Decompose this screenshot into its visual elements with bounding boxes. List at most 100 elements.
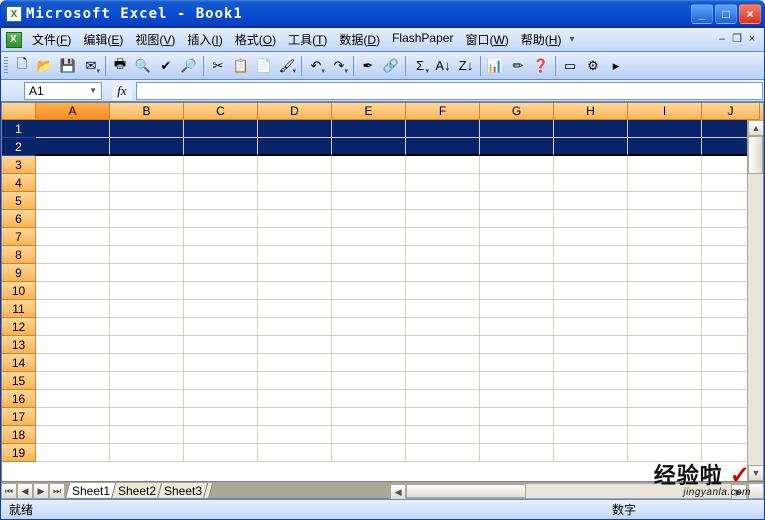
cell-D6[interactable]: [258, 210, 332, 228]
cell-E14[interactable]: [332, 354, 406, 372]
cell-E13[interactable]: [332, 336, 406, 354]
cell-G2[interactable]: [480, 138, 554, 156]
cell-E1[interactable]: [332, 120, 406, 138]
cell-H12[interactable]: [554, 318, 628, 336]
cell-A6[interactable]: [36, 210, 110, 228]
cell-B19[interactable]: [110, 444, 184, 462]
cell-F2[interactable]: [406, 138, 480, 156]
cell-H10[interactable]: [554, 282, 628, 300]
research-icon[interactable]: 🔎: [178, 55, 200, 77]
cell-B16[interactable]: [110, 390, 184, 408]
cell-E8[interactable]: [332, 246, 406, 264]
cell-D8[interactable]: [258, 246, 332, 264]
cell-G16[interactable]: [480, 390, 554, 408]
cell-A9[interactable]: [36, 264, 110, 282]
cell-I17[interactable]: [628, 408, 702, 426]
cell-D16[interactable]: [258, 390, 332, 408]
cell-B3[interactable]: [110, 156, 184, 174]
cell-B14[interactable]: [110, 354, 184, 372]
tab-first-button[interactable]: ⏮: [1, 483, 17, 499]
cell-H19[interactable]: [554, 444, 628, 462]
cell-F11[interactable]: [406, 300, 480, 318]
cell-H7[interactable]: [554, 228, 628, 246]
cell-H8[interactable]: [554, 246, 628, 264]
cell-H4[interactable]: [554, 174, 628, 192]
menu-D[interactable]: 数据(D): [333, 28, 386, 51]
cell-H9[interactable]: [554, 264, 628, 282]
cell-E16[interactable]: [332, 390, 406, 408]
cell-G1[interactable]: [480, 120, 554, 138]
cell-I16[interactable]: [628, 390, 702, 408]
cell-B15[interactable]: [110, 372, 184, 390]
cell-C7[interactable]: [184, 228, 258, 246]
cell-A5[interactable]: [36, 192, 110, 210]
sort-desc-icon[interactable]: Z↓: [455, 55, 477, 77]
spelling-icon[interactable]: ✔: [155, 55, 177, 77]
cell-B10[interactable]: [110, 282, 184, 300]
row-header-2[interactable]: 2: [2, 138, 36, 156]
cell-D15[interactable]: [258, 372, 332, 390]
cell-E6[interactable]: [332, 210, 406, 228]
cell-A10[interactable]: [36, 282, 110, 300]
row-header-4[interactable]: 4: [2, 174, 36, 192]
cell-I6[interactable]: [628, 210, 702, 228]
cell-A3[interactable]: [36, 156, 110, 174]
cell-A19[interactable]: [36, 444, 110, 462]
cell-H2[interactable]: [554, 138, 628, 156]
paste-icon[interactable]: 📄: [253, 55, 275, 77]
cell-C16[interactable]: [184, 390, 258, 408]
select-all-corner[interactable]: [2, 103, 36, 120]
mdi-restore-button[interactable]: ❐: [730, 33, 744, 47]
cell-A8[interactable]: [36, 246, 110, 264]
cell-G3[interactable]: [480, 156, 554, 174]
menu-I[interactable]: 插入(I): [181, 28, 228, 51]
cell-G4[interactable]: [480, 174, 554, 192]
row-header-16[interactable]: 16: [2, 390, 36, 408]
cell-C18[interactable]: [184, 426, 258, 444]
cell-I13[interactable]: [628, 336, 702, 354]
cell-C2[interactable]: [184, 138, 258, 156]
cell-H17[interactable]: [554, 408, 628, 426]
print-icon[interactable]: 🖶: [109, 55, 131, 77]
cell-A17[interactable]: [36, 408, 110, 426]
cell-I7[interactable]: [628, 228, 702, 246]
chart-wizard-icon[interactable]: 📊: [484, 55, 506, 77]
cell-F3[interactable]: [406, 156, 480, 174]
cell-I10[interactable]: [628, 282, 702, 300]
sheet-tab-Sheet1[interactable]: Sheet1: [65, 483, 117, 499]
hscroll-thumb[interactable]: [406, 484, 526, 498]
print-preview-icon[interactable]: 🔍: [132, 55, 154, 77]
help2-icon[interactable]: ❓: [530, 55, 552, 77]
cell-F9[interactable]: [406, 264, 480, 282]
drawing-icon[interactable]: ✏: [507, 55, 529, 77]
cell-D5[interactable]: [258, 192, 332, 210]
cell-G18[interactable]: [480, 426, 554, 444]
cell-F4[interactable]: [406, 174, 480, 192]
cell-D1[interactable]: [258, 120, 332, 138]
vscroll-thumb[interactable]: [748, 136, 763, 174]
cell-B18[interactable]: [110, 426, 184, 444]
cell-D2[interactable]: [258, 138, 332, 156]
toolbar-grip[interactable]: [4, 57, 8, 75]
cell-I1[interactable]: [628, 120, 702, 138]
doc-control-icon[interactable]: [6, 32, 22, 48]
cell-G6[interactable]: [480, 210, 554, 228]
cell-F14[interactable]: [406, 354, 480, 372]
cell-C11[interactable]: [184, 300, 258, 318]
cell-E19[interactable]: [332, 444, 406, 462]
cell-E12[interactable]: [332, 318, 406, 336]
cell-I14[interactable]: [628, 354, 702, 372]
cut-icon[interactable]: ✂: [207, 55, 229, 77]
row-header-6[interactable]: 6: [2, 210, 36, 228]
row-header-3[interactable]: 3: [2, 156, 36, 174]
cell-F6[interactable]: [406, 210, 480, 228]
cell-I3[interactable]: [628, 156, 702, 174]
cell-F18[interactable]: [406, 426, 480, 444]
cell-C15[interactable]: [184, 372, 258, 390]
zoom-icon[interactable]: ▭: [559, 55, 581, 77]
scroll-up-button[interactable]: ▲: [748, 120, 763, 136]
mdi-minimize-button[interactable]: –: [715, 33, 729, 47]
cell-E17[interactable]: [332, 408, 406, 426]
cell-F19[interactable]: [406, 444, 480, 462]
row-header-12[interactable]: 12: [2, 318, 36, 336]
